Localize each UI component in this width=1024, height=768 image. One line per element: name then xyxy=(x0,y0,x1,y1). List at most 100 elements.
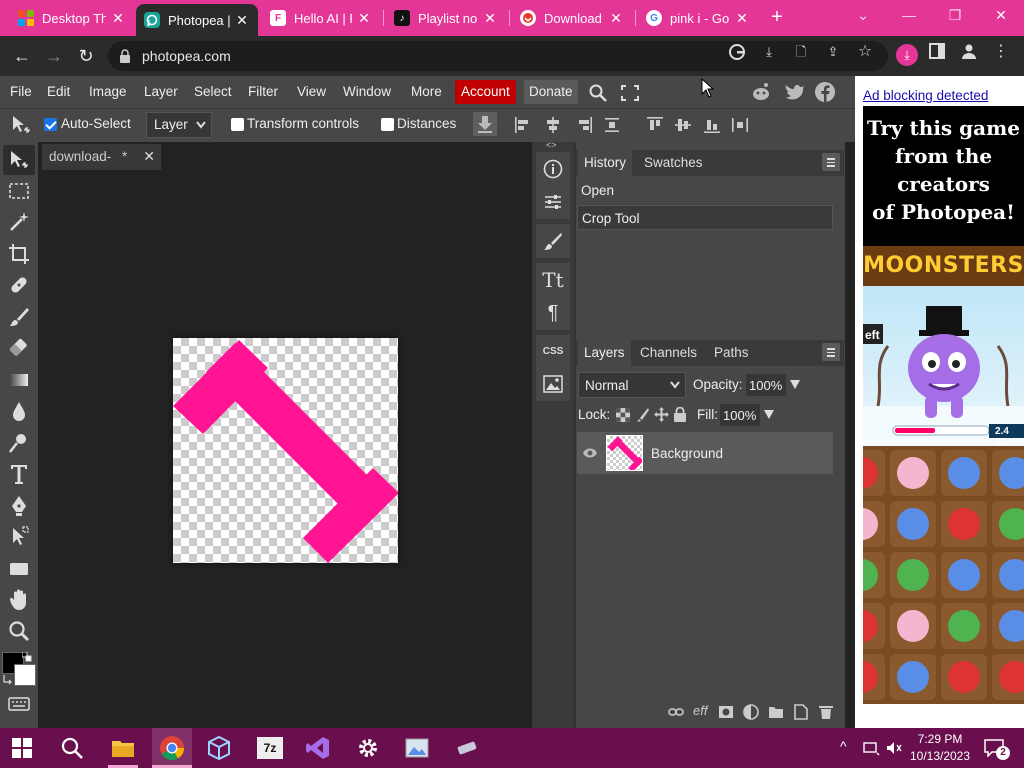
distribute-icon[interactable] xyxy=(603,116,621,134)
share-icon[interactable]: ⇪ xyxy=(824,43,842,61)
align-right-icon[interactable] xyxy=(575,116,593,134)
eraser-tool-icon[interactable] xyxy=(7,336,31,360)
history-item[interactable]: Open xyxy=(577,178,833,203)
tab-channels[interactable]: Channels xyxy=(640,345,697,360)
profile-icon[interactable] xyxy=(960,43,978,61)
windows-start-icon[interactable] xyxy=(12,738,32,758)
adjustment-layer-icon[interactable] xyxy=(743,704,759,720)
image-panel-button[interactable] xyxy=(536,367,570,401)
move-tool-button[interactable] xyxy=(3,145,35,175)
menu-filter[interactable]: Filter xyxy=(248,84,278,99)
path-select-tool-icon[interactable] xyxy=(7,525,31,549)
menu-more[interactable]: More xyxy=(411,84,442,99)
close-icon[interactable]: ✕ xyxy=(608,10,624,27)
css-panel-button[interactable]: CSS xyxy=(536,335,570,369)
lock-pixels-icon[interactable] xyxy=(636,407,650,423)
align-middle-v-icon[interactable] xyxy=(674,116,692,134)
moonsters-game-preview[interactable]: eft 2.4 EE xyxy=(863,286,1024,446)
close-icon[interactable]: ✕ xyxy=(110,10,126,27)
align-left-icon[interactable] xyxy=(514,116,532,134)
donate-button[interactable]: Donate xyxy=(524,80,578,104)
tab-search-icon[interactable]: ⌄ xyxy=(840,0,886,32)
browser-tab-photopea[interactable]: Photopea | ✕ xyxy=(136,4,258,36)
menu-window[interactable]: Window xyxy=(343,84,391,99)
account-button[interactable]: Account xyxy=(455,80,516,104)
blend-mode-dropdown[interactable]: Normal xyxy=(578,372,686,398)
close-icon[interactable]: ✕ xyxy=(143,148,155,165)
twitter-icon[interactable] xyxy=(784,82,806,102)
photos-app-icon[interactable] xyxy=(404,735,430,761)
tab-swatches[interactable]: Swatches xyxy=(644,155,703,170)
apply-transform-button[interactable] xyxy=(473,112,497,136)
collapse-left-arrows[interactable]: <> xyxy=(546,140,557,150)
taskbar-clock[interactable]: 7:29 PM 10/13/2023 xyxy=(906,731,974,765)
browser-tab-google[interactable]: G pink i - Go ✕ xyxy=(638,4,758,32)
fill-triangle-icon[interactable] xyxy=(763,408,775,420)
default-colors-icon[interactable] xyxy=(22,652,32,662)
adjustments-panel-button[interactable] xyxy=(536,185,570,219)
tab-history[interactable]: History xyxy=(578,150,633,176)
chrome-icon[interactable] xyxy=(159,735,185,761)
visual-studio-icon[interactable] xyxy=(305,735,331,761)
link-layers-icon[interactable] xyxy=(668,704,684,720)
reload-icon[interactable]: ↻ xyxy=(74,44,98,68)
layers-panel-menu-button[interactable] xyxy=(822,343,840,361)
bookmark-star-icon[interactable]: ☆ xyxy=(856,43,874,61)
tray-chevron-up-icon[interactable]: ^ xyxy=(840,738,847,754)
marquee-tool-icon[interactable] xyxy=(7,179,31,203)
minimize-button[interactable]: — xyxy=(886,0,932,32)
virtualbox-icon[interactable] xyxy=(206,735,232,761)
close-window-button[interactable]: ✕ xyxy=(978,0,1024,32)
background-color-swatch[interactable] xyxy=(14,664,36,686)
zoom-tool-icon[interactable] xyxy=(7,619,31,643)
tab-paths[interactable]: Paths xyxy=(714,345,749,360)
side-panel-icon[interactable] xyxy=(928,43,946,61)
keyboard-icon[interactable] xyxy=(7,692,31,716)
back-arrow-icon[interactable]: ← xyxy=(10,44,34,68)
tab-layers[interactable]: Layers xyxy=(578,340,631,366)
facebook-icon[interactable] xyxy=(814,81,836,103)
new-tab-button[interactable]: + xyxy=(766,6,788,28)
menu-image[interactable]: Image xyxy=(89,84,127,99)
lock-all-icon[interactable] xyxy=(673,407,687,422)
network-icon[interactable] xyxy=(862,740,880,756)
lock-position-icon[interactable] xyxy=(654,407,669,422)
character-panel-button[interactable]: Tt xyxy=(536,263,570,297)
brush-panel-button[interactable] xyxy=(536,224,570,258)
opacity-input[interactable]: 100% xyxy=(746,374,786,396)
delete-layer-trash-icon[interactable] xyxy=(818,704,834,720)
lock-transparency-icon[interactable] xyxy=(616,408,630,422)
moonsters-grid[interactable] xyxy=(863,446,1024,704)
opacity-triangle-icon[interactable] xyxy=(789,378,801,390)
blur-tool-icon[interactable] xyxy=(7,399,31,423)
page-icon[interactable]: 🗋 xyxy=(792,43,810,61)
moonsters-banner[interactable]: MOONSTERS xyxy=(863,246,1024,286)
distances-checkbox[interactable] xyxy=(381,118,394,131)
dodge-tool-icon[interactable] xyxy=(7,431,31,455)
new-group-folder-icon[interactable] xyxy=(768,704,784,720)
browser-tab-playlist[interactable]: ♪ Playlist no ✕ xyxy=(386,4,506,32)
install-app-icon[interactable]: ⤓ xyxy=(760,43,778,61)
auto-select-checkbox[interactable] xyxy=(44,118,57,131)
file-explorer-icon[interactable] xyxy=(110,735,136,761)
close-icon[interactable]: ✕ xyxy=(356,10,372,27)
fullscreen-icon[interactable] xyxy=(620,84,640,102)
swap-colors-icon[interactable] xyxy=(2,673,14,685)
new-layer-icon[interactable] xyxy=(793,704,809,720)
settings-gear-icon[interactable] xyxy=(355,735,381,761)
auto-select-target-dropdown[interactable]: Layer xyxy=(146,112,212,138)
ad-headline-box[interactable]: Try this game from the creators of Photo… xyxy=(863,106,1024,246)
browser-tab-download[interactable]: Download ✕ xyxy=(512,4,632,32)
eye-visibility-icon[interactable] xyxy=(582,446,598,460)
image-canvas[interactable] xyxy=(173,338,398,563)
align-bottom-icon[interactable] xyxy=(703,116,721,134)
info-panel-button[interactable] xyxy=(536,152,570,186)
browser-tab-desktop[interactable]: Desktop Th ✕ xyxy=(10,4,134,32)
crop-tool-icon[interactable] xyxy=(7,242,31,266)
close-icon[interactable]: ✕ xyxy=(482,10,498,27)
history-panel-menu-button[interactable] xyxy=(822,153,840,171)
document-tab[interactable]: download- * ✕ xyxy=(42,144,161,170)
ad-blocking-notice-link[interactable]: Ad blocking detected xyxy=(863,88,988,103)
browser-tab-hello-ai[interactable]: F Hello AI | F ✕ xyxy=(262,4,380,32)
history-item[interactable]: Crop Tool xyxy=(577,205,833,230)
